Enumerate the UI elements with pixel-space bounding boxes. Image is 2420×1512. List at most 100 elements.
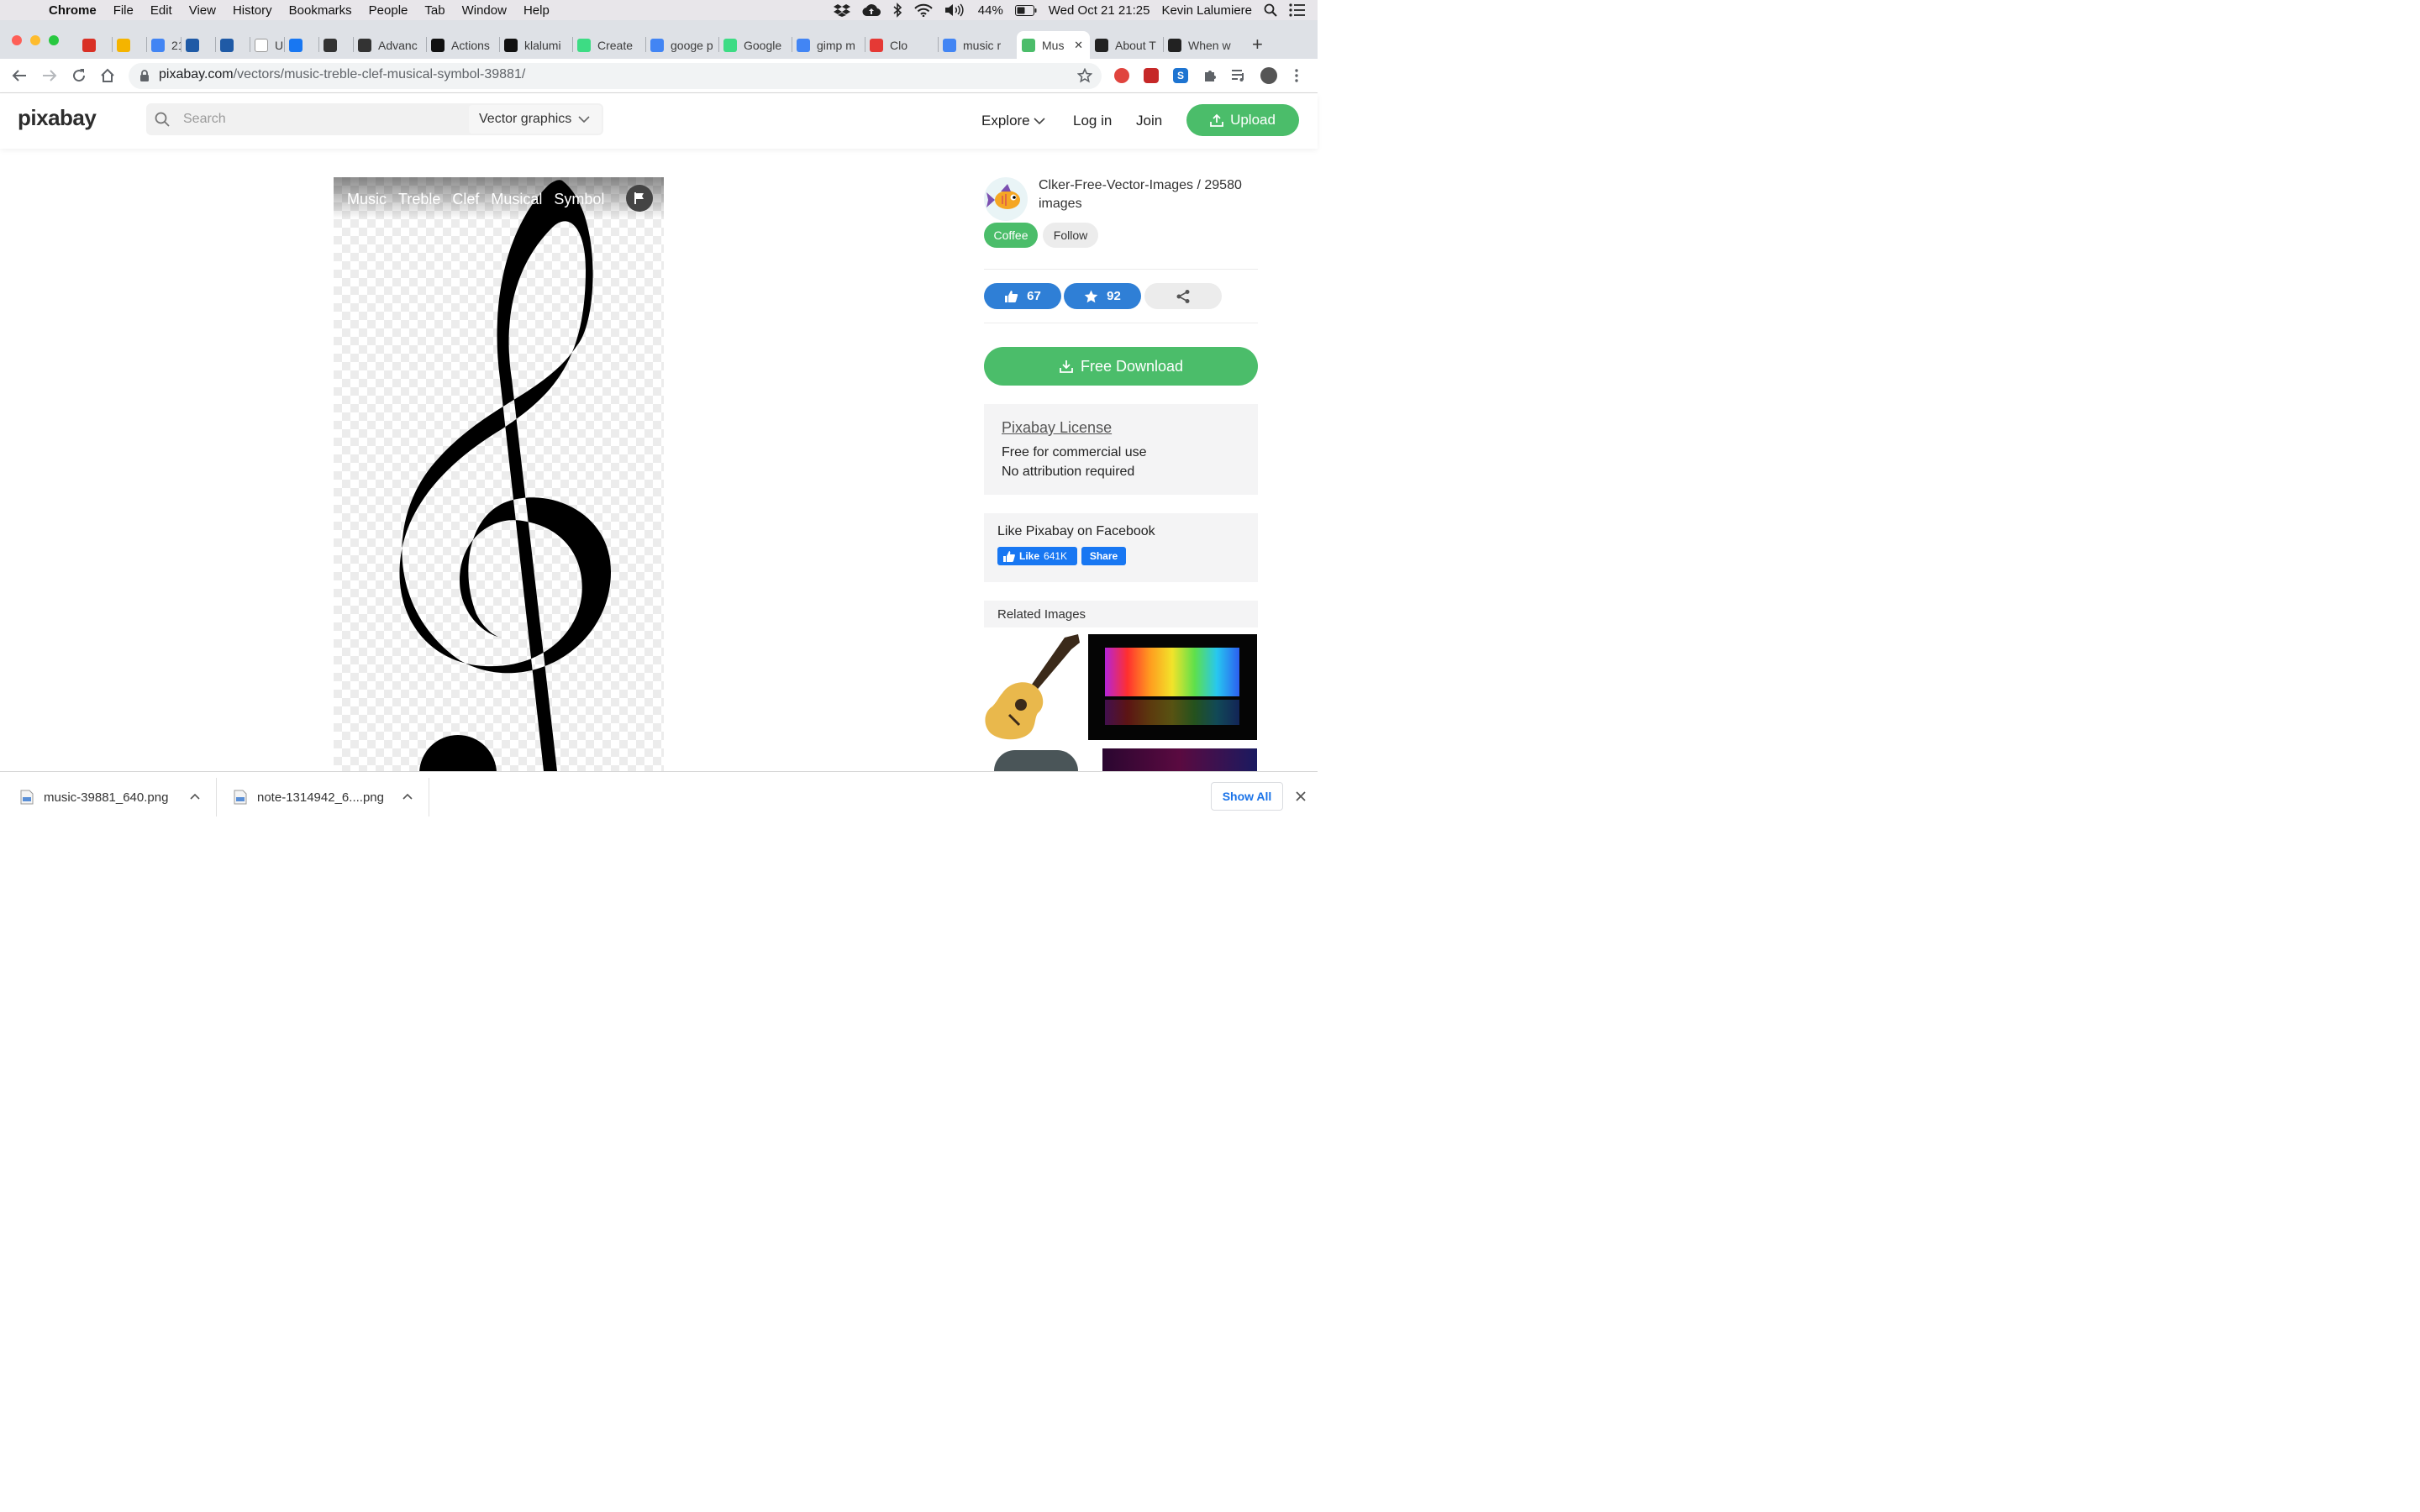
menu-help[interactable]: Help [515,3,558,18]
related-image-abstract[interactable] [1102,748,1257,771]
browser-tab[interactable]: klalumi [499,31,572,59]
fb-like-button[interactable]: Like 641K [997,547,1077,565]
fleur-de-lis-icon [220,38,234,52]
menu-view[interactable]: View [181,3,224,18]
browser-tab[interactable]: Mus ✕ [1017,31,1090,59]
window-minimize-icon[interactable] [30,35,40,45]
browser-tab[interactable]: googe p [645,31,718,59]
menu-bookmarks[interactable]: Bookmarks [281,3,360,18]
browser-tab[interactable]: gimp m [792,31,865,59]
login-link[interactable]: Log in [1073,113,1112,129]
report-flag-button[interactable] [626,185,653,212]
chevron-up-icon[interactable] [190,793,200,800]
browser-tab[interactable]: Advanc [353,31,426,59]
menu-app-name[interactable]: Chrome [34,3,105,18]
favorite-button[interactable]: 92 [1064,283,1141,309]
coffee-button[interactable]: Coffee [984,223,1038,248]
browser-tab[interactable] [284,31,318,59]
browser-tab[interactable] [318,31,353,59]
forward-icon[interactable] [42,69,57,82]
browser-tab[interactable]: About T [1090,31,1163,59]
png-file-icon [234,790,247,805]
home-icon[interactable] [100,68,115,83]
url-text[interactable]: pixabay.com/vectors/music-treble-clef-mu… [159,67,525,82]
lock-icon[interactable] [139,70,150,81]
pixabay-logo[interactable]: pixabay [18,105,97,131]
browser-tab[interactable]: Actions [426,31,499,59]
wifi-icon[interactable] [914,3,933,17]
join-link[interactable]: Join [1136,113,1162,129]
tag-treble[interactable]: Treble [398,191,440,208]
tag-music[interactable]: Music [347,191,387,208]
close-tab-icon[interactable]: ✕ [1074,39,1083,52]
browser-tab[interactable]: Create [572,31,645,59]
browser-tab[interactable]: Clo [865,31,938,59]
menu-tab[interactable]: Tab [416,3,453,18]
menu-file[interactable]: File [105,3,142,18]
related-image-speaker[interactable] [994,750,1078,771]
chevron-up-icon[interactable] [402,793,413,800]
browser-tab[interactable] [77,31,112,59]
tag-clef[interactable]: Clef [452,191,479,208]
menu-edit[interactable]: Edit [142,3,181,18]
search-input[interactable]: Search [183,112,226,127]
battery-icon[interactable] [1014,4,1037,16]
close-downloads-icon[interactable] [1296,791,1306,801]
browser-tab[interactable] [181,31,215,59]
url-path: /vectors/music-treble-clef-musical-symbo… [233,67,526,81]
extension-s-icon[interactable]: S [1173,68,1188,83]
download-item[interactable]: note-1314942_6....png [234,790,384,805]
cloud-upload-icon[interactable] [862,3,881,17]
related-image-equalizer[interactable] [1088,634,1257,740]
control-center-icon[interactable] [1289,3,1306,17]
extension-lastpass-icon[interactable] [1144,68,1159,83]
tab-separator [1163,37,1164,52]
menu-window[interactable]: Window [454,3,515,18]
browser-tab[interactable]: 21 [146,31,181,59]
bookmark-star-icon[interactable] [1077,68,1092,83]
author-info[interactable]: Clker-Free-Vector-Images / 29580 images [1039,176,1265,213]
back-icon[interactable] [12,69,27,82]
explore-chevron-icon[interactable] [1034,118,1045,124]
fb-share-button[interactable]: Share [1081,547,1126,565]
search-icon[interactable] [155,112,170,127]
tag-musical[interactable]: Musical [491,191,542,208]
license-link[interactable]: Pixabay License [1002,419,1112,437]
like-button[interactable]: 67 [984,283,1061,309]
menu-history[interactable]: History [224,3,281,18]
show-all-downloads-button[interactable]: Show All [1211,782,1283,811]
menu-clock[interactable]: Wed Oct 21 21:25 [1049,3,1150,18]
reload-icon[interactable] [71,68,87,83]
browser-tab[interactable] [215,31,250,59]
share-button[interactable] [1144,283,1222,309]
window-zoom-icon[interactable] [49,35,59,45]
tab-separator [284,37,285,52]
author-avatar[interactable] [984,177,1028,221]
menu-people[interactable]: People [360,3,417,18]
profile-avatar[interactable] [1260,67,1277,84]
menu-user[interactable]: Kevin Lalumiere [1161,3,1252,18]
new-tab-icon[interactable]: + [1252,34,1263,55]
bluetooth-icon[interactable] [892,3,902,18]
download-item[interactable]: music-39881_640.png [20,790,168,805]
browser-tab[interactable]: When w [1163,31,1236,59]
browser-tab[interactable]: Google [718,31,792,59]
tag-symbol[interactable]: Symbol [554,191,604,208]
browser-tab[interactable]: UF [250,31,284,59]
free-download-button[interactable]: Free Download [984,347,1258,386]
image-preview[interactable]: Music Treble Clef Musical Symbol [334,177,664,771]
extension-red-icon[interactable] [1114,68,1129,83]
dropbox-icon[interactable] [833,3,850,17]
chrome-menu-icon[interactable] [1294,68,1299,83]
media-queue-icon[interactable] [1231,69,1246,82]
explore-menu[interactable]: Explore [981,113,1030,129]
related-image-guitar[interactable] [984,634,1081,740]
spotlight-search-icon[interactable] [1264,3,1277,17]
volume-icon[interactable] [944,3,966,17]
window-close-icon[interactable] [12,35,22,45]
upload-button[interactable]: Upload [1186,104,1299,136]
browser-tab[interactable]: music r [938,31,1017,59]
follow-button[interactable]: Follow [1043,223,1098,248]
extensions-puzzle-icon[interactable] [1202,68,1218,83]
browser-tab[interactable] [112,31,146,59]
